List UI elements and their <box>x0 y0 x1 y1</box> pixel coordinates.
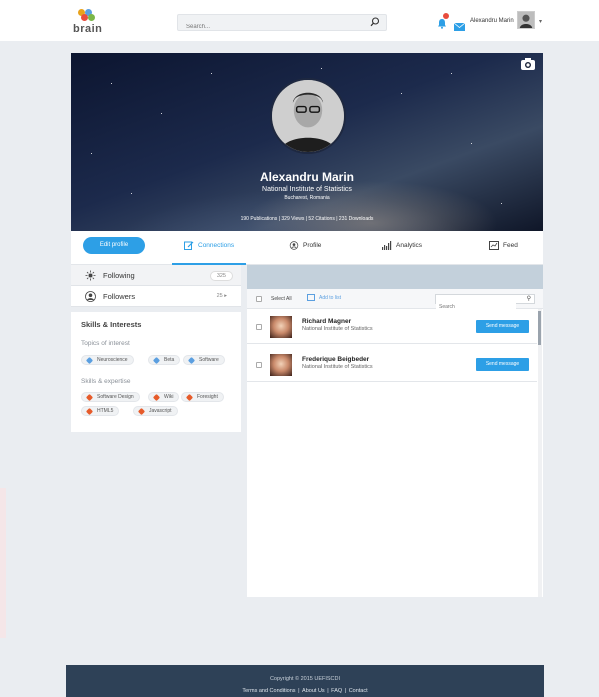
chevron-down-icon[interactable]: ▾ <box>539 18 542 25</box>
add-to-list-label: Add to list <box>319 294 341 301</box>
add-to-list-button[interactable]: Add to list <box>307 294 341 301</box>
search-input[interactable] <box>178 19 358 35</box>
following-count: 325 <box>209 271 233 281</box>
connection-name[interactable]: Richard Magner <box>302 318 351 325</box>
skills-panel: Skills & Interests Topics of interest Ne… <box>71 312 241 432</box>
profile-cover: Alexandru Marin National Institute of St… <box>71 53 543 231</box>
footer-link-about[interactable]: About Us <box>302 688 325 694</box>
expertise-tag[interactable]: Wiki <box>148 392 180 402</box>
sidebar-item-followers[interactable]: Followers 25 ▸ <box>71 286 241 307</box>
search-icon[interactable]: ⚲ <box>527 295 531 302</box>
profile-photo-icon <box>272 80 344 152</box>
user-avatar[interactable] <box>517 11 535 29</box>
list-toolbar: Select All Add to list ⚲ <box>247 289 543 311</box>
connection-name[interactable]: Frederique Beigbeder <box>302 356 369 363</box>
tab-feed-label: Feed <box>503 242 518 250</box>
topic-tag[interactable]: Software <box>183 355 225 365</box>
row-checkbox[interactable] <box>256 362 262 368</box>
edit-icon <box>184 241 194 250</box>
avatar[interactable] <box>270 316 292 338</box>
footer-links: Terms and Conditions | About Us | FAQ | … <box>242 688 368 694</box>
bell-icon <box>438 19 446 29</box>
connections-sidebar: Following 325 Followers 25 ▸ <box>71 265 241 307</box>
user-icon <box>289 241 299 250</box>
tab-feed[interactable]: Feed <box>489 241 518 265</box>
profile-stats: 190 Publications | 329 Views | 52 Citati… <box>240 216 374 222</box>
tab-profile[interactable]: Profile <box>289 241 321 265</box>
followers-count: 25 ▸ <box>216 293 227 299</box>
footer-link-contact[interactable]: Contact <box>349 688 368 694</box>
followers-label: Followers <box>103 292 136 301</box>
row-checkbox[interactable] <box>256 324 262 330</box>
expertise-tag[interactable]: Javascript <box>133 406 178 416</box>
bar-chart-icon <box>382 241 392 250</box>
profile-avatar <box>270 78 346 154</box>
brain-logo[interactable]: brain <box>73 9 103 35</box>
copyright: Copyright © 2015 UEFISCDI <box>269 676 341 682</box>
footer-link-terms[interactable]: Terms and Conditions <box>242 688 295 694</box>
profile-name: Alexandru Marin <box>259 170 355 184</box>
avatar-photo-icon <box>518 12 534 28</box>
user-name[interactable]: Alexandru Marin <box>470 18 514 24</box>
select-all-label[interactable]: Select All <box>271 296 292 302</box>
tab-analytics[interactable]: Analytics <box>382 241 422 265</box>
footer: Copyright © 2015 UEFISCDI Terms and Cond… <box>66 665 544 697</box>
footer-link-faq[interactable]: FAQ <box>331 688 342 694</box>
table-row: Frederique Beigbeder National Institute … <box>247 348 537 382</box>
tab-connections[interactable]: Connections <box>171 241 247 265</box>
connections-panel: Select All Add to list ⚲ Richard Magner … <box>247 265 543 597</box>
select-all-checkbox[interactable] <box>256 296 262 302</box>
expertise-title: Skills & expertise <box>81 378 131 385</box>
avatar[interactable] <box>270 354 292 376</box>
table-row: Richard Magner National Institute of Sta… <box>247 310 537 344</box>
profile-institution: National Institute of Statistics <box>262 186 352 193</box>
mail-icon <box>453 22 466 31</box>
scrollbar[interactable] <box>538 309 542 597</box>
connection-org: National Institute of Statistics <box>302 364 373 370</box>
global-search[interactable] <box>177 14 387 35</box>
followers-icon <box>85 291 96 302</box>
topic-tag[interactable]: Neuroscience <box>81 355 134 365</box>
logo-mark-icon <box>73 9 103 21</box>
search-icon[interactable] <box>370 17 380 27</box>
tab-profile-label: Profile <box>303 242 322 250</box>
topics-title: Topics of interest <box>81 340 130 347</box>
tab-connections-label: Connections <box>198 242 235 250</box>
following-icon <box>85 270 96 281</box>
following-label: Following <box>103 271 135 280</box>
profile-nav: Edit profile Connections Profile Analyti… <box>71 231 543 265</box>
expertise-tag[interactable]: Software Design <box>81 392 140 402</box>
topic-tag[interactable]: Beta <box>148 355 181 365</box>
top-bar: brain Alexandru Marin ▾ <box>0 0 599 41</box>
profile-location: Bucharest, Romania <box>284 195 330 201</box>
connections-search[interactable]: ⚲ <box>435 294 535 311</box>
notifications-button[interactable] <box>437 13 449 29</box>
edge-strip <box>0 488 6 638</box>
notification-badge <box>443 13 449 19</box>
edit-profile-button[interactable]: Edit profile <box>83 237 145 254</box>
panel-header <box>247 265 543 289</box>
expertise-tag[interactable]: Foresight <box>181 392 224 402</box>
tab-analytics-label: Analytics <box>396 242 423 250</box>
expertise-tag[interactable]: HTML5 <box>81 406 120 416</box>
feed-icon <box>489 241 499 250</box>
send-message-button[interactable]: Send message <box>476 358 529 371</box>
scrollbar-thumb[interactable] <box>538 311 541 345</box>
add-list-icon <box>307 294 315 301</box>
send-message-button[interactable]: Send message <box>476 320 529 333</box>
camera-icon[interactable] <box>521 58 535 70</box>
skills-title: Skills & Interests <box>81 320 142 329</box>
logo-text: brain <box>73 23 103 35</box>
messages-button[interactable] <box>453 18 466 31</box>
sidebar-item-following[interactable]: Following 325 <box>71 265 241 286</box>
connection-org: National Institute of Statistics <box>302 326 373 332</box>
